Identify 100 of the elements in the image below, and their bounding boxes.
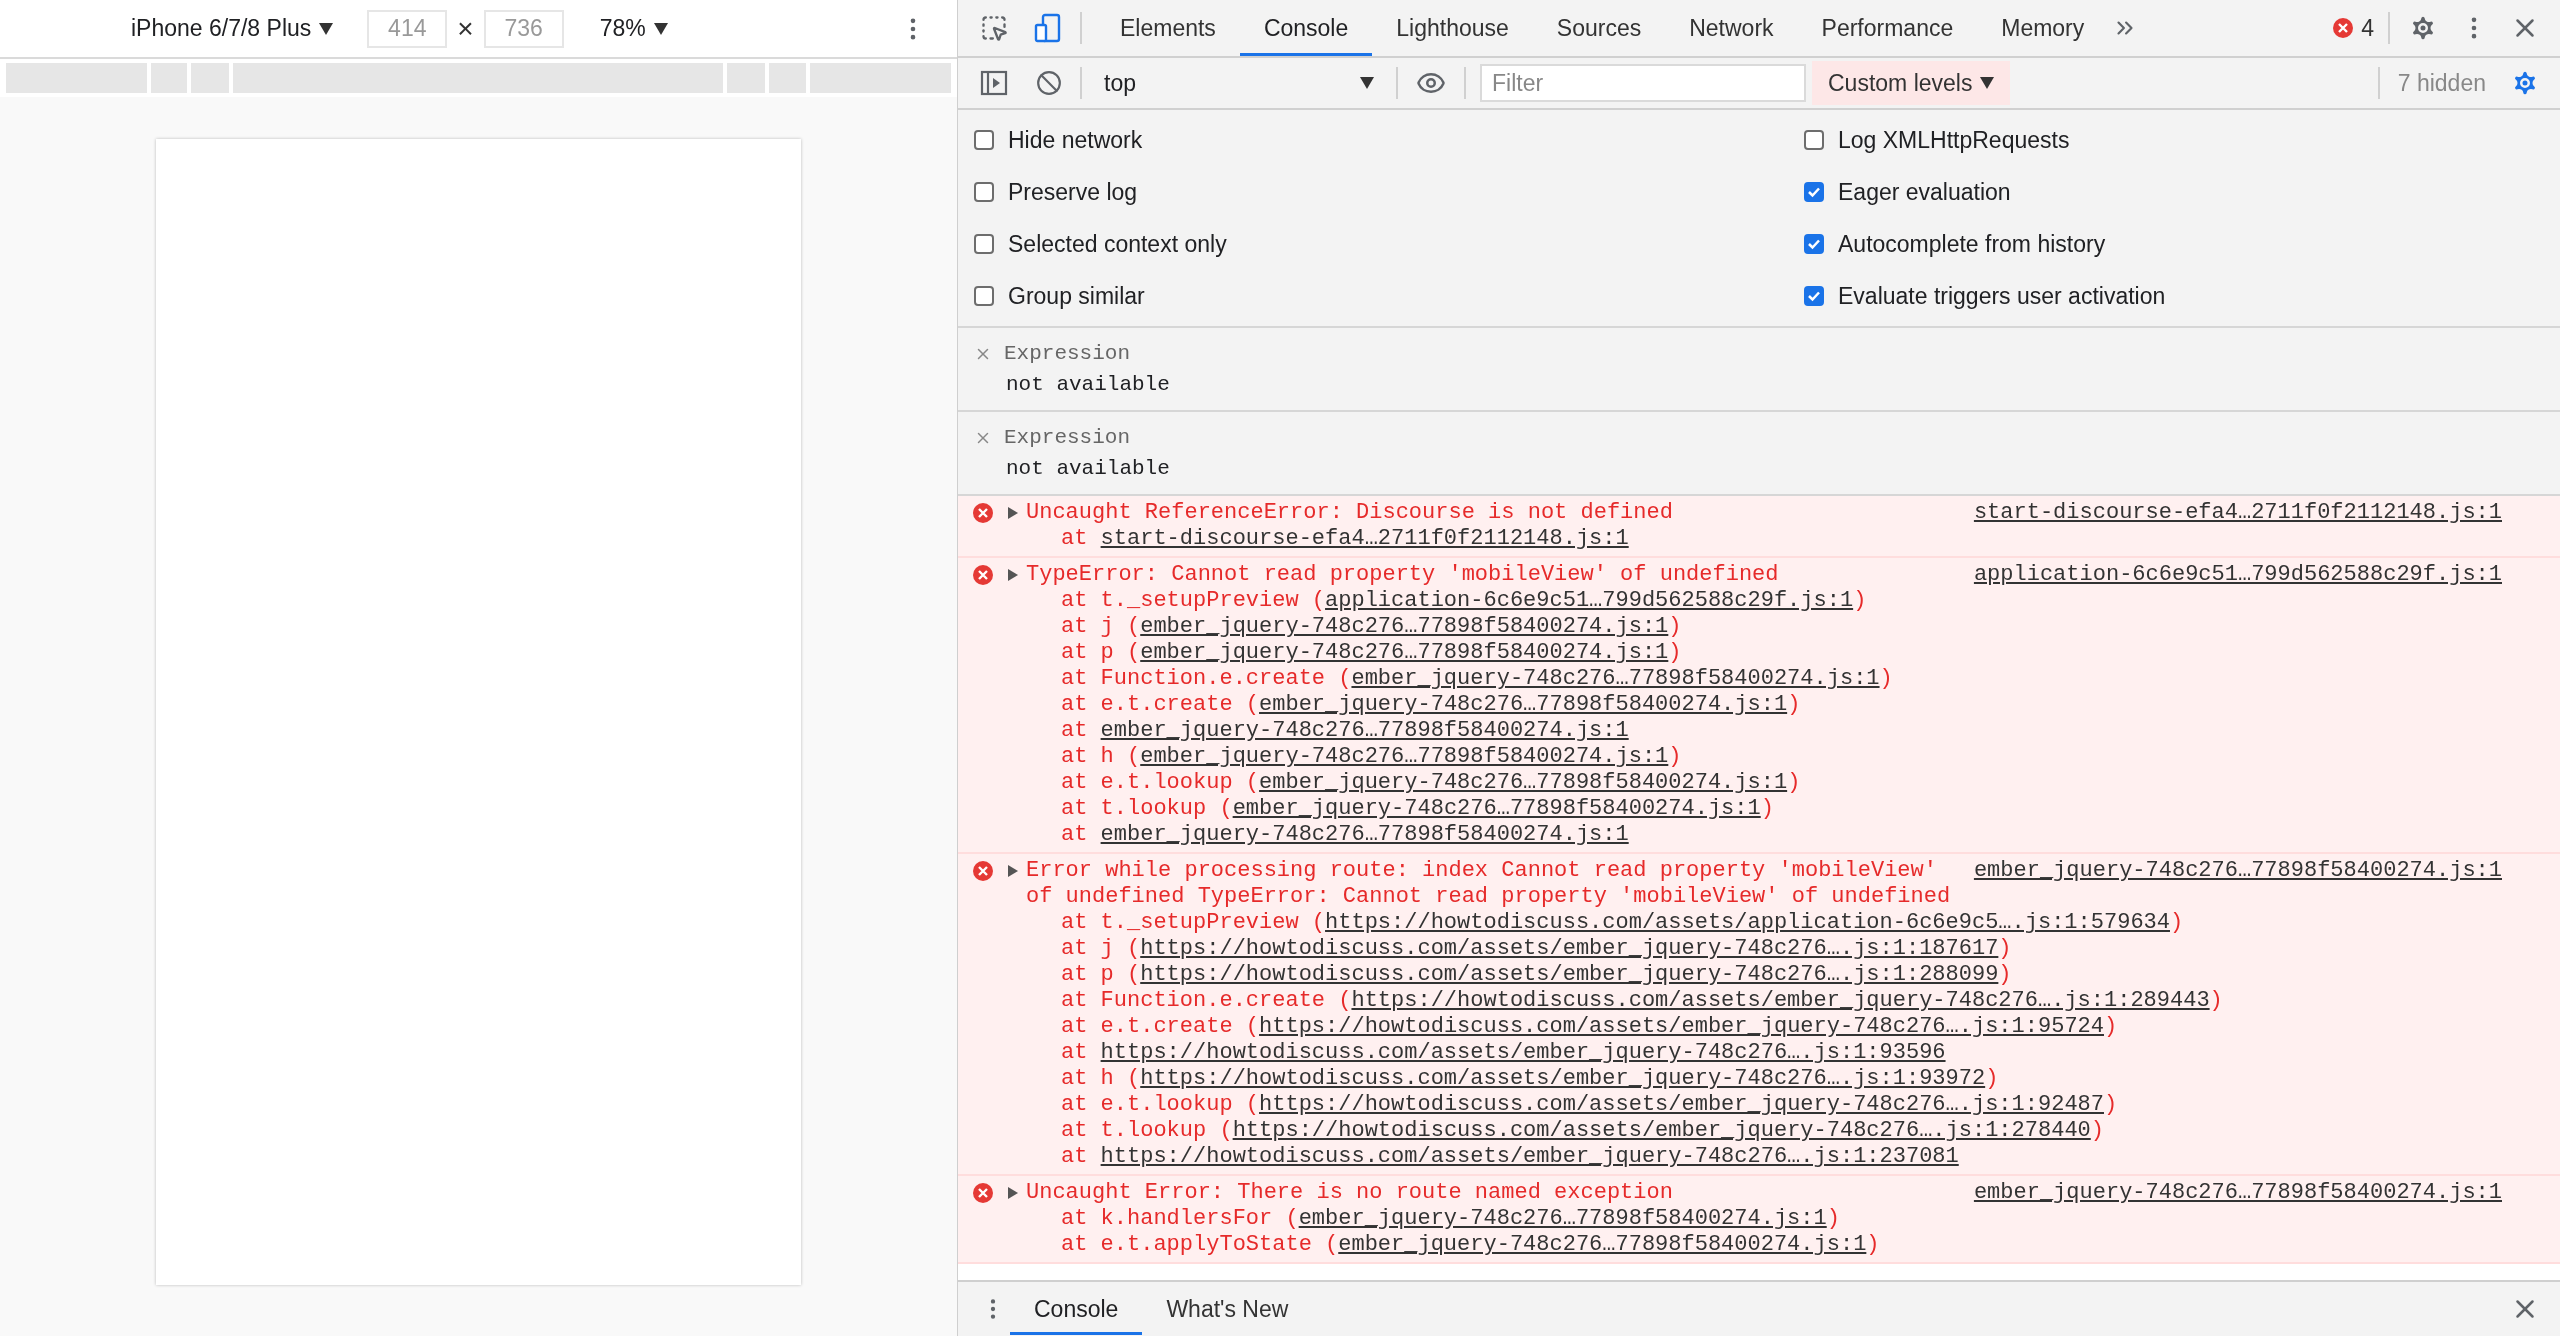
- source-link[interactable]: ember_jquery-748c276…77898f58400274.js:1: [1973, 1180, 2502, 1206]
- error-count-badge[interactable]: 4: [2333, 14, 2374, 42]
- filter-field[interactable]: Filter: [1480, 64, 1806, 102]
- panel-tab[interactable]: Network: [1665, 0, 1798, 56]
- drawer-tab[interactable]: What's New: [1142, 1283, 1313, 1335]
- checkbox[interactable]: [1804, 182, 1824, 202]
- stack-paren: ): [1668, 640, 1682, 666]
- stack-paren: ): [1998, 962, 2012, 988]
- source-link[interactable]: ember_jquery-748c276…77898f58400274.js:1: [1973, 858, 2502, 884]
- stack-link[interactable]: ember_jquery-748c276…77898f58400274.js:1: [1298, 1206, 1827, 1232]
- panel-tab[interactable]: Performance: [1797, 0, 1978, 56]
- stack-link[interactable]: https://howtodiscuss.com/assets/ember_jquery-748c276….js:1:93972: [1140, 1066, 1986, 1092]
- caret-icon: [1360, 77, 1374, 89]
- stack-paren: ): [2104, 1092, 2118, 1118]
- stack-link[interactable]: ember_jquery-748c276…77898f58400274.js:1: [1140, 640, 1669, 666]
- checkbox[interactable]: [974, 130, 994, 150]
- stack-frame: at p (: [1061, 640, 1141, 666]
- panel-tab[interactable]: Sources: [1532, 0, 1666, 56]
- drawer-tab[interactable]: Console: [1010, 1283, 1143, 1335]
- source-link[interactable]: application-6c6e9c51…799d562588c29f.js:1: [1973, 562, 2502, 588]
- stack-link[interactable]: https://howtodiscuss.com/assets/ember_jquery-748c276….js:1:93596: [1100, 1040, 1946, 1066]
- stack-paren: ): [1760, 796, 1774, 822]
- expression-label: Expression: [1004, 426, 1131, 449]
- stack-link[interactable]: ember_jquery-748c276…77898f58400274.js:1: [1259, 692, 1788, 718]
- stack-frame: at: [1061, 1144, 1101, 1170]
- error-icon: [973, 503, 993, 523]
- stack-frame: at e.t.lookup (: [1061, 770, 1260, 796]
- stack-frame: at j (: [1061, 614, 1141, 640]
- stack-link[interactable]: ember_jquery-748c276…77898f58400274.js:1: [1351, 666, 1880, 692]
- stack-frame: at t.lookup (: [1061, 796, 1233, 822]
- expand-triangle-icon[interactable]: [1008, 569, 1018, 581]
- stack-paren: ): [1668, 614, 1682, 640]
- stack-link[interactable]: application-6c6e9c51…799d562588c29f.js:1: [1325, 588, 1854, 614]
- error-icon: [973, 861, 993, 881]
- stack-link[interactable]: https://howtodiscuss.com/assets/ember_jquery-748c276….js:1:95724: [1259, 1014, 2104, 1040]
- stack-frame: at e.t.create (: [1061, 1014, 1260, 1040]
- stack-link[interactable]: ember_jquery-748c276…77898f58400274.js:1: [1100, 822, 1629, 848]
- stack-frame: at Function.e.create (: [1061, 988, 1352, 1014]
- expression-value: not available: [1006, 457, 1171, 480]
- stack-link[interactable]: https://howtodiscuss.com/assets/ember_jquery-748c276….js:1:237081: [1100, 1144, 1959, 1170]
- panel-tab[interactable]: Console: [1239, 0, 1373, 56]
- caret-icon: [1980, 77, 1995, 89]
- stack-paren: ): [2209, 988, 2223, 1014]
- checkbox[interactable]: [974, 234, 994, 254]
- checkbox-label: Selected context only: [1008, 230, 1227, 258]
- stack-link[interactable]: ember_jquery-748c276…77898f58400274.js:1: [1338, 1232, 1867, 1258]
- expand-triangle-icon[interactable]: [1008, 507, 1018, 519]
- stack-link[interactable]: ember_jquery-748c276…77898f58400274.js:1: [1232, 796, 1761, 822]
- stack-link[interactable]: start-discourse-efa4…2711f0f2112148.js:1: [1100, 526, 1629, 552]
- stack-paren: ): [1787, 692, 1801, 718]
- checkbox[interactable]: [974, 286, 994, 306]
- stack-frame: at: [1061, 1040, 1101, 1066]
- levels-dropdown[interactable]: Custom levels: [1812, 61, 2011, 105]
- stack-link[interactable]: https://howtodiscuss.com/assets/ember_jquery-748c276….js:1:278440: [1232, 1118, 2091, 1144]
- zoom-select[interactable]: 78%: [599, 15, 668, 42]
- stack-frame: at e.t.applyToState (: [1061, 1232, 1339, 1258]
- checkmark-icon: [1807, 289, 1821, 303]
- panel-tab[interactable]: Lighthouse: [1372, 0, 1533, 56]
- stack-paren: ): [1826, 1206, 1840, 1232]
- stack-frame: at: [1061, 822, 1101, 848]
- stack-frame: at k.handlersFor (: [1061, 1206, 1299, 1232]
- caret-icon: [653, 22, 668, 35]
- checkbox[interactable]: [1804, 130, 1824, 150]
- error-count: 4: [2361, 14, 2374, 42]
- expand-triangle-icon[interactable]: [1008, 1187, 1018, 1199]
- stack-link[interactable]: https://howtodiscuss.com/assets/ember_jquery-748c276….js:1:289443: [1351, 988, 2210, 1014]
- checkbox[interactable]: [974, 182, 994, 202]
- expand-triangle-icon[interactable]: [1008, 865, 1018, 877]
- source-link[interactable]: start-discourse-efa4…2711f0f2112148.js:1: [1973, 500, 2502, 526]
- stack-link[interactable]: ember_jquery-748c276…77898f58400274.js:1: [1140, 744, 1669, 770]
- stack-link[interactable]: ember_jquery-748c276…77898f58400274.js:1: [1100, 718, 1629, 744]
- stack-link[interactable]: https://howtodiscuss.com/assets/ember_jquery-748c276….js:1:288099: [1140, 962, 1999, 988]
- checkbox-label: Evaluate triggers user activation: [1838, 282, 2166, 310]
- stack-link[interactable]: https://howtodiscuss.com/assets/ember_jquery-748c276….js:1:187617: [1140, 936, 1999, 962]
- checkbox-label: Hide network: [1008, 126, 1143, 154]
- error-icon: [973, 1183, 993, 1203]
- checkbox[interactable]: [1804, 234, 1824, 254]
- stack-paren: ): [2090, 1118, 2104, 1144]
- stack-paren: ): [1787, 770, 1801, 796]
- error-icon: [2333, 18, 2354, 38]
- stack-link[interactable]: https://howtodiscuss.com/assets/application-6c6e9c5….js:1:579634: [1325, 910, 2170, 936]
- panel-tab[interactable]: Elements: [1096, 0, 1240, 56]
- stack-frame: at Function.e.create (: [1061, 666, 1352, 692]
- stack-frame: at t._setupPreview (: [1061, 588, 1326, 614]
- stack-link[interactable]: ember_jquery-748c276…77898f58400274.js:1: [1259, 770, 1788, 796]
- context-select[interactable]: top: [1096, 69, 1382, 97]
- error-text: Uncaught ReferenceError: Discourse is not defined: [1026, 500, 1674, 526]
- stack-paren: ): [1985, 1066, 1999, 1092]
- stack-link[interactable]: https://howtodiscuss.com/assets/ember_jquery-748c276….js:1:92487: [1259, 1092, 2104, 1118]
- checkmark-icon: [1807, 185, 1821, 199]
- stack-link[interactable]: ember_jquery-748c276…77898f58400274.js:1: [1140, 614, 1669, 640]
- checkbox[interactable]: [1804, 286, 1824, 306]
- zoom-level: 78%: [599, 15, 646, 42]
- checkbox-label: Group similar: [1008, 282, 1145, 310]
- checkbox-label: Preserve log: [1008, 178, 1138, 206]
- stack-frame: at: [1061, 526, 1101, 552]
- checkbox-label: Eager evaluation: [1838, 178, 2011, 206]
- context-label: top: [1104, 69, 1136, 97]
- panel-tab[interactable]: Memory: [1977, 0, 2109, 56]
- stack-paren: ): [2170, 910, 2184, 936]
